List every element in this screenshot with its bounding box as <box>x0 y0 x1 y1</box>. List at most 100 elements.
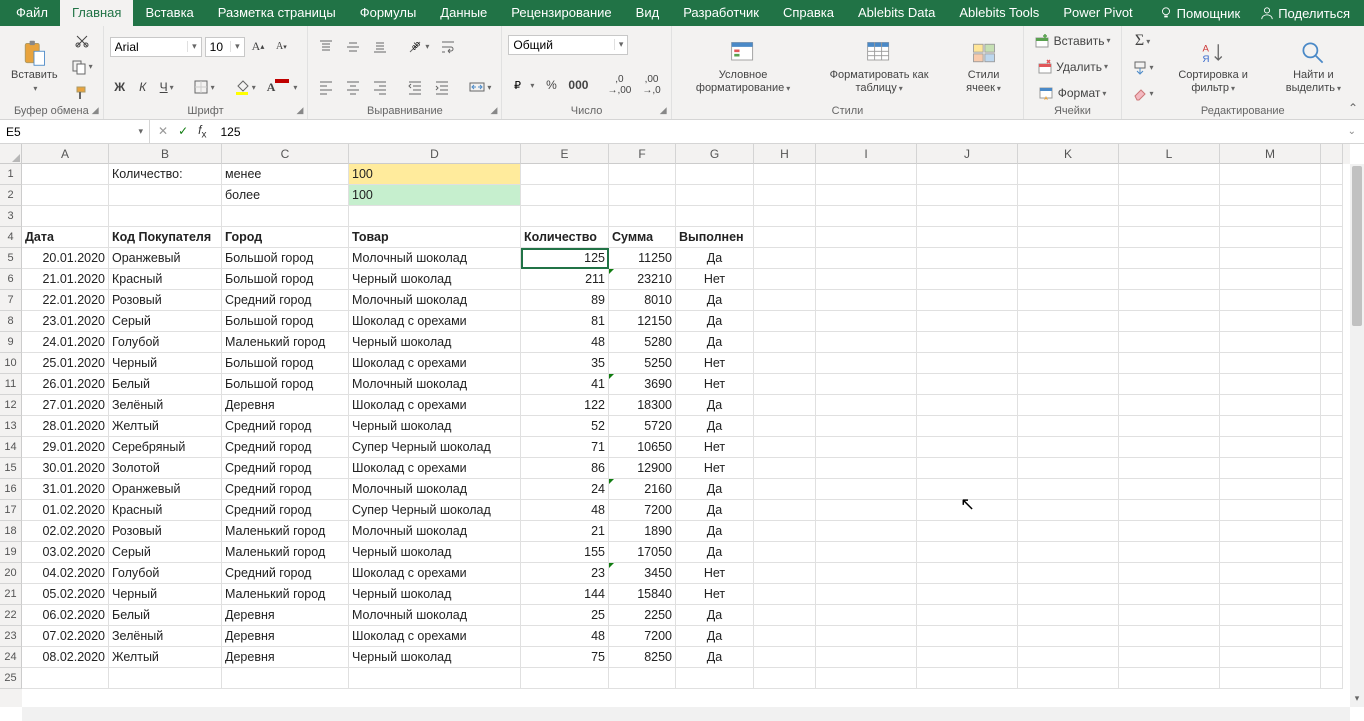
align-middle-button[interactable] <box>341 36 365 58</box>
cell[interactable]: 03.02.2020 <box>22 542 109 563</box>
select-all-button[interactable] <box>0 144 22 164</box>
cell[interactable] <box>1119 647 1220 668</box>
cell[interactable] <box>1220 290 1321 311</box>
align-bottom-button[interactable] <box>368 36 392 58</box>
align-top-button[interactable] <box>314 36 338 58</box>
decrease-indent-button[interactable] <box>403 76 427 98</box>
cell[interactable] <box>754 605 816 626</box>
cell[interactable] <box>609 206 676 227</box>
cell[interactable]: 27.01.2020 <box>22 395 109 416</box>
cell[interactable]: Маленький город <box>222 542 349 563</box>
cell[interactable] <box>349 206 521 227</box>
tab-Главная[interactable]: Главная <box>60 0 133 26</box>
cell[interactable]: Серый <box>109 311 222 332</box>
conditional-formatting-button[interactable]: Условное форматирование▾ <box>678 29 809 105</box>
cell[interactable] <box>1018 626 1119 647</box>
cell[interactable] <box>676 164 754 185</box>
cell[interactable] <box>1321 227 1343 248</box>
cell[interactable] <box>1119 374 1220 395</box>
cell[interactable] <box>1018 437 1119 458</box>
cancel-formula-button[interactable]: ✕ <box>158 124 168 138</box>
cell[interactable]: Нет <box>676 563 754 584</box>
col-header-I[interactable]: I <box>816 144 917 164</box>
cell[interactable] <box>917 542 1018 563</box>
cell[interactable] <box>1321 605 1343 626</box>
cell[interactable]: Оранжевый <box>109 248 222 269</box>
increase-font-button[interactable]: A▴ <box>248 36 269 57</box>
cell[interactable]: Оранжевый <box>109 479 222 500</box>
cell[interactable] <box>1220 332 1321 353</box>
cell[interactable] <box>1119 479 1220 500</box>
scrollbar-thumb[interactable] <box>1352 166 1362 326</box>
cell[interactable] <box>609 185 676 206</box>
cell[interactable]: 8010 <box>609 290 676 311</box>
cell[interactable]: Средний город <box>222 500 349 521</box>
cell[interactable] <box>109 185 222 206</box>
cell[interactable] <box>1220 500 1321 521</box>
cell[interactable] <box>917 500 1018 521</box>
cell[interactable] <box>1119 500 1220 521</box>
cell[interactable]: Черный <box>109 353 222 374</box>
cell[interactable] <box>754 500 816 521</box>
cell[interactable] <box>1220 647 1321 668</box>
row-header-15[interactable]: 15 <box>0 458 22 479</box>
cell[interactable]: Черный шоколад <box>349 647 521 668</box>
cell[interactable]: Да <box>676 416 754 437</box>
cell[interactable] <box>1220 668 1321 689</box>
cell[interactable]: Зелёный <box>109 395 222 416</box>
tab-Разработчик[interactable]: Разработчик <box>671 0 771 26</box>
cell[interactable] <box>1018 542 1119 563</box>
cell[interactable]: Серый <box>109 542 222 563</box>
font-size-combo[interactable]: ▾ <box>205 37 245 57</box>
cell[interactable] <box>816 311 917 332</box>
cell[interactable]: 100 <box>349 164 521 185</box>
cell[interactable] <box>816 479 917 500</box>
cell[interactable] <box>754 332 816 353</box>
cell[interactable] <box>816 521 917 542</box>
cell[interactable]: Большой город <box>222 311 349 332</box>
name-box[interactable]: ▾ <box>0 120 150 143</box>
cell[interactable] <box>1119 311 1220 332</box>
cell[interactable] <box>1321 584 1343 605</box>
cell[interactable]: 3450 <box>609 563 676 584</box>
cell[interactable] <box>1220 269 1321 290</box>
tab-Рецензирование[interactable]: Рецензирование <box>499 0 623 26</box>
cell[interactable]: 24 <box>521 479 609 500</box>
col-header-B[interactable]: B <box>109 144 222 164</box>
cell[interactable] <box>22 668 109 689</box>
col-header-K[interactable]: K <box>1018 144 1119 164</box>
fill-color-button[interactable]: ▾ <box>230 76 260 98</box>
cell[interactable] <box>917 668 1018 689</box>
cell[interactable] <box>222 206 349 227</box>
row-header-13[interactable]: 13 <box>0 416 22 437</box>
cell[interactable]: Молочный шоколад <box>349 290 521 311</box>
cell[interactable] <box>917 416 1018 437</box>
col-header-J[interactable]: J <box>917 144 1018 164</box>
cell[interactable]: Черный шоколад <box>349 416 521 437</box>
cell[interactable]: Деревня <box>222 626 349 647</box>
wrap-text-button[interactable] <box>436 36 460 58</box>
cell[interactable] <box>754 395 816 416</box>
cell[interactable]: 89 <box>521 290 609 311</box>
cell[interactable] <box>109 206 222 227</box>
cell[interactable] <box>1119 668 1220 689</box>
merge-button[interactable]: ▾ <box>465 76 495 98</box>
col-header-F[interactable]: F <box>609 144 676 164</box>
row-header-21[interactable]: 21 <box>0 584 22 605</box>
comma-button[interactable]: 000 <box>564 75 592 95</box>
cell[interactable]: 11250 <box>609 248 676 269</box>
cell[interactable]: 25.01.2020 <box>22 353 109 374</box>
cell[interactable]: 7200 <box>609 500 676 521</box>
cell[interactable]: Молочный шоколад <box>349 374 521 395</box>
cell[interactable] <box>754 626 816 647</box>
cell[interactable] <box>222 668 349 689</box>
cell[interactable] <box>917 248 1018 269</box>
cell[interactable] <box>1220 374 1321 395</box>
cell[interactable] <box>1018 563 1119 584</box>
cell[interactable]: Да <box>676 626 754 647</box>
horizontal-scrollbar[interactable] <box>22 707 1350 721</box>
dialog-launcher-icon[interactable]: ◢ <box>92 105 99 116</box>
cell[interactable] <box>1220 542 1321 563</box>
cell[interactable] <box>1018 374 1119 395</box>
cell[interactable] <box>754 584 816 605</box>
